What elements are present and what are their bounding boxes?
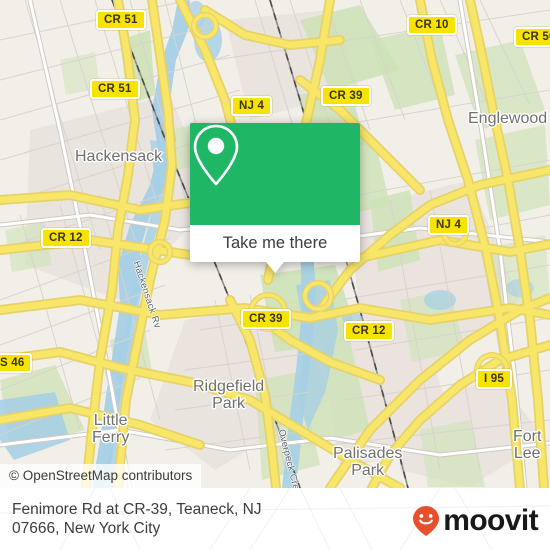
station-popup[interactable]: Take me there <box>190 123 360 273</box>
map-attribution[interactable]: © OpenStreetMap contributors <box>0 464 202 488</box>
moovit-smiley-pin-icon <box>413 506 440 536</box>
road-shield-cr-10[interactable]: CR 10 <box>407 15 457 35</box>
road-shield-cr-39-north[interactable]: CR 39 <box>321 86 371 106</box>
station-address: Fenimore Rd at CR-39, Teaneck, NJ 07666,… <box>12 501 262 537</box>
road-shield-i-95[interactable]: I 95 <box>476 369 512 389</box>
take-me-there-button[interactable]: Take me there <box>190 225 360 262</box>
road-shield-cr-51-south[interactable]: CR 51 <box>90 79 140 99</box>
map-canvas[interactable]: Hackensack Englewood Ridgefield Park Lit… <box>0 0 550 488</box>
road-shield-nj-4-north[interactable]: NJ 4 <box>231 96 273 116</box>
moovit-wordmark: moovit <box>443 504 538 537</box>
map-pin-icon <box>193 124 239 186</box>
moovit-station-map-page: Hackensack Englewood Ridgefield Park Lit… <box>0 0 550 550</box>
take-me-there-label: Take me there <box>222 234 328 252</box>
road-shield-cr-39-mid[interactable]: CR 39 <box>241 309 291 329</box>
footer-bar: Fenimore Rd at CR-39, Teaneck, NJ 07666,… <box>0 488 550 550</box>
road-shield-cr-12-west[interactable]: CR 12 <box>41 228 91 248</box>
road-shield-us-46[interactable]: S 46 <box>0 353 33 373</box>
road-shield-nj-4-east[interactable]: NJ 4 <box>428 215 470 235</box>
road-shield-cr-12-east[interactable]: CR 12 <box>344 321 394 341</box>
road-shield-cr-51-north[interactable]: CR 51 <box>96 10 146 30</box>
popup-tail-pointer <box>266 262 284 273</box>
road-shield-cr-50[interactable]: CR 50 <box>514 27 550 47</box>
popup-header <box>190 123 360 225</box>
moovit-logo[interactable]: moovit <box>411 504 539 537</box>
